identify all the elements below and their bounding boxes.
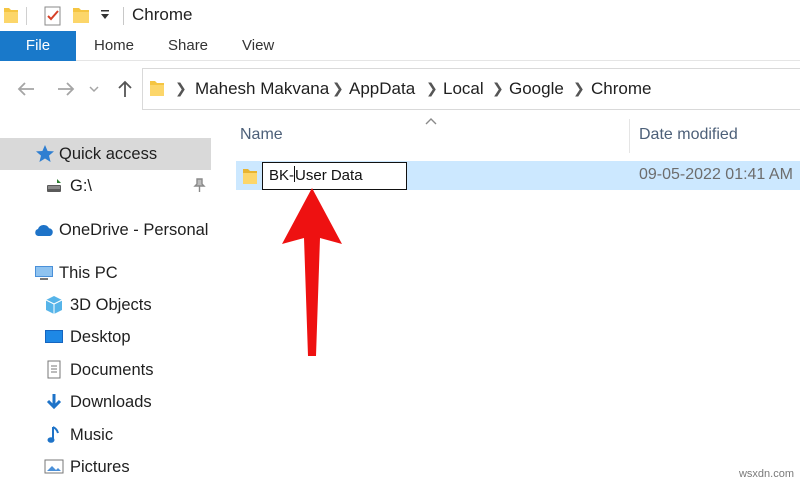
breadcrumb-mahesh-makvana[interactable]: Mahesh Makvana (195, 79, 329, 99)
nav-item-desktop[interactable]: Desktop (0, 321, 211, 353)
column-header-name[interactable]: Name (240, 117, 283, 153)
nav-item-3d-objects[interactable]: 3D Objects (0, 289, 211, 321)
nav-item-label: OneDrive - Personal (59, 220, 209, 239)
nav-item-label: Music (70, 425, 114, 444)
back-button[interactable] (14, 77, 38, 101)
nav-item-label: This PC (59, 263, 118, 282)
tab-home[interactable]: Home (94, 31, 134, 61)
window-title: Chrome (132, 5, 193, 24)
properties-icon[interactable] (43, 5, 63, 32)
nav-item-onedrive[interactable]: OneDrive - Personal (0, 214, 211, 246)
folder-icon (242, 166, 258, 191)
cube-icon (43, 294, 65, 316)
computer-icon (33, 262, 55, 284)
breadcrumb-local[interactable]: Local (443, 79, 484, 99)
nav-item-label: Documents (70, 360, 154, 379)
ribbon-tabs: File Home Share View (0, 31, 800, 61)
folder-icon[interactable] (3, 5, 19, 30)
chevron-right-icon: ❯ (175, 80, 187, 96)
title-separator (123, 7, 124, 25)
recent-locations-button[interactable] (86, 77, 102, 101)
forward-button[interactable] (54, 77, 78, 101)
customize-toolbar-icon[interactable] (99, 8, 111, 27)
column-header-date-modified[interactable]: Date modified (639, 117, 738, 153)
music-icon (43, 424, 65, 446)
sort-ascending-icon (424, 115, 438, 129)
date-modified-cell: 09-05-2022 01:41 AM (639, 166, 793, 183)
watermark: wsxdn.com (738, 468, 794, 480)
breadcrumb-google[interactable]: Google (509, 79, 564, 99)
title-bar: Chrome (0, 0, 800, 31)
nav-item-this-pc[interactable]: This PC (0, 257, 211, 289)
back-arrow-icon (17, 82, 34, 96)
drive-icon (44, 175, 66, 197)
rename-prefix: BK- (269, 167, 295, 184)
nav-item-label: G:\ (70, 176, 93, 195)
star-icon (34, 143, 56, 165)
navigation-pane: Quick access G:\ OneDrive - Personal Thi… (0, 117, 215, 483)
chevron-right-icon: ❯ (332, 80, 344, 96)
annotation-arrow-icon (282, 188, 342, 356)
tab-share[interactable]: Share (168, 31, 208, 61)
desktop-icon (43, 326, 65, 348)
title-divider (26, 7, 27, 25)
download-icon (43, 391, 65, 413)
nav-item-music[interactable]: Music (0, 419, 211, 451)
nav-item-quick-access[interactable]: Quick access (0, 138, 211, 170)
chevron-right-icon: ❯ (426, 80, 438, 96)
nav-item-label: Pictures (70, 457, 130, 476)
nav-item-pictures[interactable]: Pictures (0, 451, 211, 483)
pin-icon[interactable] (192, 177, 206, 198)
nav-item-label: Quick access (59, 144, 158, 163)
nav-item-documents[interactable]: Documents (0, 354, 211, 386)
up-button[interactable] (113, 77, 137, 101)
new-folder-icon[interactable] (72, 5, 90, 30)
chevron-right-icon: ❯ (492, 80, 504, 96)
column-divider[interactable] (629, 119, 630, 153)
nav-item-downloads[interactable]: Downloads (0, 386, 211, 418)
tab-file[interactable]: File (0, 31, 76, 61)
chevron-down-icon (89, 86, 99, 93)
tab-view[interactable]: View (242, 31, 274, 61)
pictures-icon (43, 456, 65, 478)
cloud-icon (32, 219, 54, 241)
breadcrumb-chrome[interactable]: Chrome (591, 79, 651, 99)
breadcrumb-appdata[interactable]: AppData (349, 79, 415, 99)
nav-item-label: Downloads (70, 392, 152, 411)
chevron-right-icon: ❯ (573, 80, 585, 96)
document-icon (43, 359, 65, 381)
rename-text: User Data (295, 167, 363, 184)
address-row: ❯ Mahesh Makvana ❯ AppData ❯ Local ❯ Goo… (0, 61, 800, 117)
nav-item-label: 3D Objects (70, 295, 152, 314)
address-bar[interactable]: ❯ Mahesh Makvana ❯ AppData ❯ Local ❯ Goo… (142, 68, 800, 110)
folder-icon (149, 78, 165, 103)
forward-arrow-icon (58, 82, 75, 96)
nav-item-label: Desktop (70, 327, 131, 346)
up-arrow-icon (118, 80, 132, 97)
nav-item-drive-g[interactable]: G:\ (0, 170, 211, 202)
